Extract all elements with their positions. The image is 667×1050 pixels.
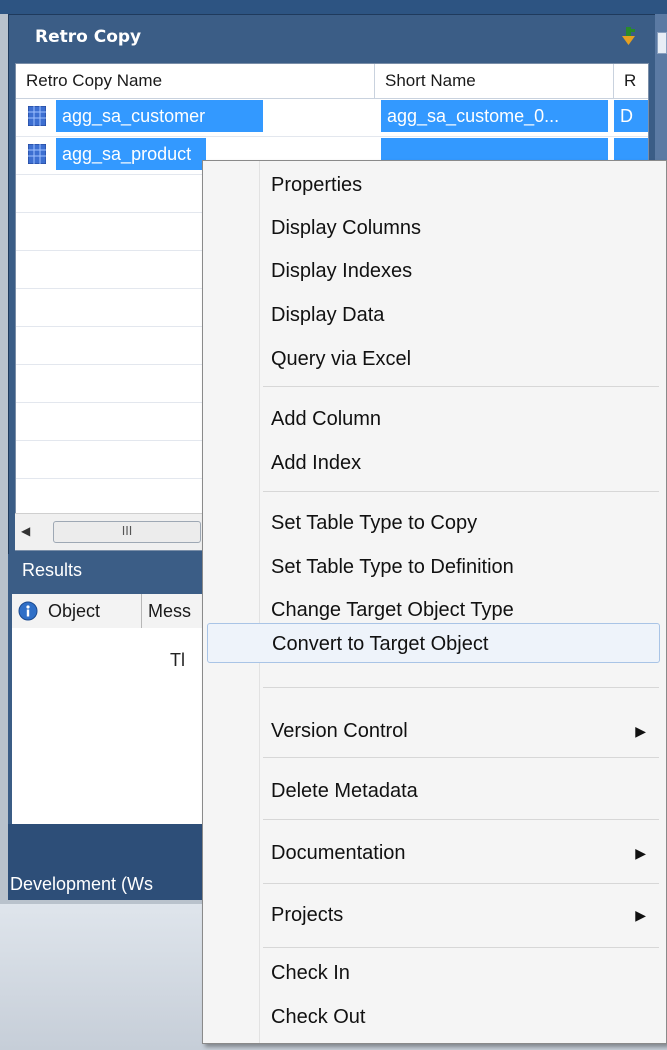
menu-item-label: Convert to Target Object (272, 633, 489, 655)
column-header-retro-copy-name[interactable]: Retro Copy Name (16, 64, 375, 98)
menu-separator (263, 819, 659, 820)
table-icon (28, 144, 46, 164)
menu-separator (263, 757, 659, 758)
column-header-object[interactable]: Object (42, 594, 142, 628)
menu-separator (263, 947, 659, 948)
panel-title: Retro Copy (35, 27, 142, 47)
menu-item-label: Version Control (271, 720, 408, 742)
table-icon (28, 106, 46, 126)
window-top-strip (0, 0, 667, 14)
menu-item-label: Display Indexes (271, 260, 413, 282)
menu-item-query-via-excel[interactable]: Query via Excel (207, 339, 660, 379)
row-r: D (614, 100, 648, 132)
menu-item-version-control[interactable]: Version Control ▶ (207, 711, 660, 751)
menu-item-label: Add Index (271, 452, 362, 474)
menu-item-properties[interactable]: Properties (207, 165, 660, 205)
menu-item-label: Check Out (271, 1006, 366, 1028)
side-panel-tab[interactable] (657, 32, 667, 54)
menu-separator (263, 883, 659, 884)
submenu-arrow-icon: ▶ (635, 723, 646, 739)
menu-item-label: Change Target Object Type (271, 599, 514, 621)
menu-item-label: Set Table Type to Definition (271, 556, 514, 578)
menu-separator (263, 386, 659, 387)
pin-icon[interactable] (619, 25, 639, 47)
status-bar-text: Development (Ws (10, 874, 154, 894)
info-icon (18, 601, 38, 621)
menu-separator (263, 491, 659, 492)
menu-item-label: Set Table Type to Copy (271, 512, 478, 534)
menu-item-display-data[interactable]: Display Data (207, 295, 660, 335)
menu-item-label: Delete Metadata (271, 780, 418, 802)
menu-item-check-in[interactable]: Check In (207, 953, 660, 993)
menu-item-add-index[interactable]: Add Index (207, 443, 660, 483)
row-name: agg_sa_product (56, 138, 206, 170)
menu-item-set-table-type-definition[interactable]: Set Table Type to Definition (207, 547, 660, 587)
menu-item-projects[interactable]: Projects ▶ (207, 895, 660, 935)
menu-item-label: Display Columns (271, 217, 422, 239)
row-short-name: agg_sa_custome_0... (381, 100, 608, 132)
menu-item-label: Check In (271, 962, 350, 984)
row-name: agg_sa_customer (56, 100, 263, 132)
menu-item-convert-to-target-object[interactable]: Convert to Target Object (207, 623, 660, 663)
scrollbar-thumb[interactable]: III (53, 521, 201, 543)
menu-item-add-column[interactable]: Add Column (207, 399, 660, 439)
menu-item-label: Display Data (271, 304, 385, 326)
menu-item-check-out[interactable]: Check Out (207, 997, 660, 1037)
results-title: Results (22, 560, 83, 580)
submenu-arrow-icon: ▶ (635, 907, 646, 923)
menu-item-display-indexes[interactable]: Display Indexes (207, 251, 660, 291)
column-header-short-name[interactable]: Short Name (375, 64, 614, 98)
app-window: Retro Copy Retro Copy Name Short Name R (0, 0, 667, 1050)
results-message: Tl (170, 650, 185, 670)
submenu-arrow-icon: ▶ (635, 845, 646, 861)
menu-item-label: Add Column (271, 408, 382, 430)
horizontal-scrollbar[interactable]: ◀ III (15, 513, 203, 550)
menu-item-set-table-type-copy[interactable]: Set Table Type to Copy (207, 503, 660, 543)
column-header-r[interactable]: R (614, 64, 648, 98)
menu-item-documentation[interactable]: Documentation ▶ (207, 833, 660, 873)
menu-item-label: Projects (271, 904, 344, 926)
scroll-left-icon[interactable]: ◀ (21, 524, 35, 538)
menu-item-delete-metadata[interactable]: Delete Metadata (207, 771, 660, 811)
menu-separator (263, 687, 659, 688)
menu-item-label: Properties (271, 174, 363, 196)
menu-item-label: Query via Excel (271, 348, 412, 370)
menu-item-display-columns[interactable]: Display Columns (207, 208, 660, 248)
table-row[interactable]: agg_sa_customer agg_sa_custome_0... D (16, 98, 648, 137)
context-menu: Properties Display Columns Display Index… (202, 160, 667, 1044)
menu-item-label: Documentation (271, 842, 406, 864)
grid-header: Retro Copy Name Short Name R (16, 64, 648, 99)
